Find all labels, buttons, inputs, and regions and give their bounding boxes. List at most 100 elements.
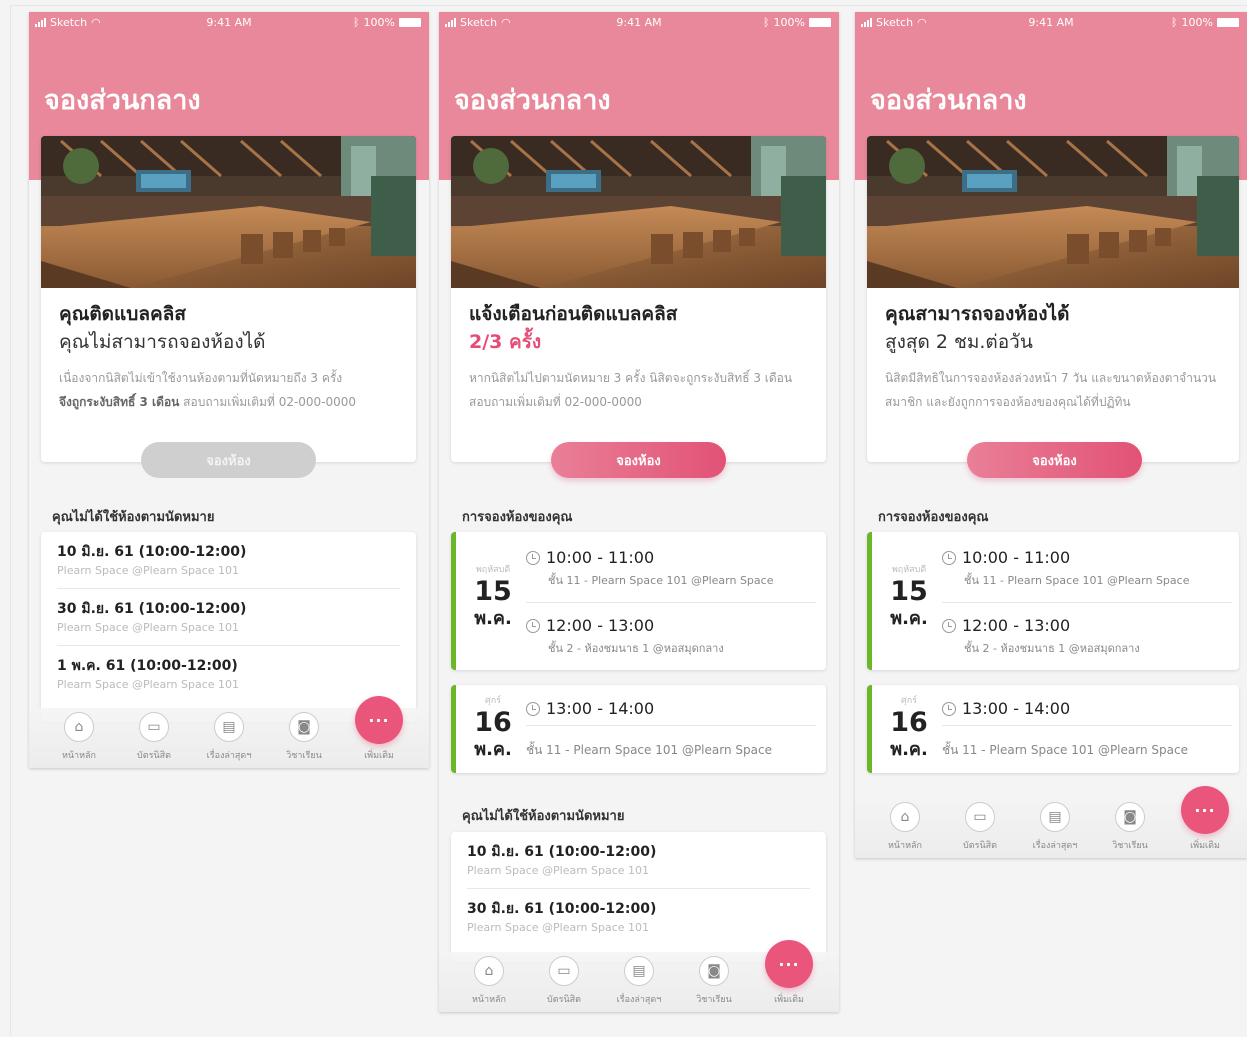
battery-icon: [1217, 18, 1239, 27]
list-item[interactable]: 30 มิ.ย. 61 (10:00-12:00) Plearn Space @…: [57, 589, 400, 646]
more-label: เพิ่มเติม: [774, 995, 804, 1005]
home-icon: ⌂: [64, 712, 94, 742]
booking-slot[interactable]: 12:00 - 13:00 ชั้น 2 - ห้องชมนาธ 1 @หอสม…: [942, 616, 1232, 657]
page-title: จองส่วนกลาง: [870, 85, 1027, 116]
battery: ᛒ 100%: [1171, 16, 1239, 29]
status-description: เนื่องจากนิสิตไม่เข้าใช้งานห้องตามที่นัด…: [59, 371, 357, 409]
clock-icon: [942, 550, 956, 565]
status-description: หากนิสิตไม่ไปตามนัดหมาย 3 ครั้ง นิสิตจะถ…: [469, 371, 793, 409]
booking-card[interactable]: พฤหัสบดี 15 พ.ค. 10:00 - 11:00 ชั้น 11 -…: [451, 532, 826, 670]
tab-home[interactable]: ⌂ หน้าหลัก: [49, 712, 109, 762]
battery-icon: [399, 18, 421, 27]
camera-icon: ◙: [699, 956, 729, 986]
tab-news[interactable]: ▤ เรื่องล่าสุดฯ: [1025, 802, 1085, 852]
bookings-section-title: การจองห้องของคุณ: [878, 510, 989, 525]
tab-courses[interactable]: ◙ วิชาเรียน: [274, 712, 334, 762]
booking-card[interactable]: พฤหัสบดี 15 พ.ค. 10:00 - 11:00 ชั้น 11 -…: [867, 532, 1239, 670]
status-subheadline: สูงสุด 2 ชม.ต่อวัน: [885, 331, 1033, 353]
screen-blacklisted: Sketch ◠ 9:41 AM ᛒ 100% จองส่วนกลาง คุณต…: [29, 12, 429, 768]
status-card: คุณสามารถจองห้องได้ สูงสุด 2 ชม.ต่อวัน น…: [867, 136, 1239, 462]
tab-home[interactable]: ⌂ หน้าหลัก: [459, 956, 519, 1006]
list-item[interactable]: 30 มิ.ย. 61 (10:00-12:00) Plearn Space @…: [467, 889, 810, 945]
divider: [526, 602, 816, 603]
clock-icon: [942, 701, 956, 716]
booking-date: พฤหัสบดี 15 พ.ค.: [474, 565, 512, 629]
tab-news[interactable]: ▤ เรื่องล่าสุดฯ: [199, 712, 259, 762]
missed-section-title: คุณไม่ได้ใช้ห้องตามนัดหมาย: [52, 510, 215, 525]
home-icon: ⌂: [474, 956, 504, 986]
tab-courses[interactable]: ◙ วิชาเรียน: [684, 956, 744, 1006]
screen-warning: Sketch ◠ 9:41 AM ᛒ 100% จองส่วนกลาง แจ้ง…: [439, 12, 839, 1012]
more-label: เพิ่มเติม: [1190, 841, 1220, 851]
status-subheadline: คุณไม่สามารถจองห้องได้: [59, 331, 266, 353]
status-card: คุณติดแบลคลิส คุณไม่สามารถจองห้องได้ เนื…: [41, 136, 416, 462]
warning-count: 2/3 ครั้ง: [469, 331, 542, 353]
screen-can-book: Sketch ◠ 9:41 AM ᛒ 100% จองส่วนกลาง คุณส…: [855, 12, 1247, 858]
booking-date: พฤหัสบดี 15 พ.ค.: [890, 565, 928, 629]
tab-bar: ⌂ หน้าหลัก ▭ บัตรนิสิต ▤ เรื่องล่าสุดฯ ◙…: [29, 696, 429, 768]
booking-slot[interactable]: 10:00 - 11:00 ชั้น 11 - Plearn Space 101…: [526, 548, 816, 589]
tab-id-card[interactable]: ▭ บัตรนิสิต: [534, 956, 594, 1006]
bookings-section-title: การจองห้องของคุณ: [462, 510, 573, 525]
status-bar: Sketch ◠ 9:41 AM ᛒ 100%: [439, 12, 839, 34]
battery: ᛒ 100%: [763, 16, 831, 29]
tab-bar: ⌂ หน้าหลัก ▭ บัตรนิสิต ▤ เรื่องล่าสุดฯ ◙…: [855, 786, 1247, 858]
room-photo: [451, 136, 826, 288]
more-button[interactable]: ···: [765, 940, 813, 988]
booking-card[interactable]: ศุกร์ 16 พ.ค. 13:00 - 14:00 ชั้น 11 - Pl…: [867, 685, 1239, 773]
list-item[interactable]: 1 พ.ค. 61 (10:00-12:00) Plearn Space @Pl…: [57, 646, 400, 702]
room-photo: [41, 136, 416, 288]
bluetooth-icon: ᛒ: [762, 16, 770, 29]
page-title: จองส่วนกลาง: [454, 85, 611, 116]
booking-date: ศุกร์ 16 พ.ค.: [474, 696, 512, 760]
battery: ᛒ 100%: [353, 16, 421, 29]
list-item[interactable]: 10 มิ.ย. 61 (10:00-12:00) Plearn Space @…: [57, 532, 400, 589]
id-card-icon: ▭: [965, 802, 995, 832]
id-card-icon: ▭: [549, 956, 579, 986]
missed-list: 10 มิ.ย. 61 (10:00-12:00) Plearn Space @…: [41, 532, 416, 722]
divider: [942, 602, 1232, 603]
document-icon: ▤: [624, 956, 654, 986]
booking-slot[interactable]: 13:00 - 14:00: [942, 699, 1232, 718]
room-photo: [867, 136, 1239, 288]
booking-slot[interactable]: 10:00 - 11:00 ชั้น 11 - Plearn Space 101…: [942, 548, 1232, 589]
tab-home[interactable]: ⌂ หน้าหลัก: [875, 802, 935, 852]
page-title: จองส่วนกลาง: [44, 85, 201, 116]
book-room-button[interactable]: จองห้อง: [141, 442, 316, 478]
missed-section-title: คุณไม่ได้ใช้ห้องตามนัดหมาย: [462, 809, 625, 824]
booking-slot[interactable]: 13:00 - 14:00: [526, 699, 816, 718]
tab-id-card[interactable]: ▭ บัตรนิสิต: [950, 802, 1010, 852]
tab-id-card[interactable]: ▭ บัตรนิสิต: [124, 712, 184, 762]
status-description: นิสิตมีสิทธิในการจองห้องล่วงหน้า 7 วัน แ…: [885, 371, 1217, 409]
status-bar: Sketch ◠ 9:41 AM ᛒ 100%: [29, 12, 429, 34]
booking-slot-location: ชั้น 11 - Plearn Space 101 @Plearn Space: [526, 743, 772, 757]
battery-icon: [809, 18, 831, 27]
book-room-button[interactable]: จองห้อง: [967, 442, 1142, 478]
tab-news[interactable]: ▤ เรื่องล่าสุดฯ: [609, 956, 669, 1006]
clock-icon: [526, 618, 540, 633]
more-button[interactable]: ···: [355, 696, 403, 744]
status-headline: คุณสามารถจองห้องได้: [885, 303, 1070, 325]
list-item[interactable]: 10 มิ.ย. 61 (10:00-12:00) Plearn Space @…: [467, 832, 810, 889]
book-room-button[interactable]: จองห้อง: [551, 442, 726, 478]
more-label: เพิ่มเติม: [364, 751, 394, 761]
status-headline: แจ้งเตือนก่อนติดแบลคลิส: [469, 303, 678, 325]
booking-date: ศุกร์ 16 พ.ค.: [890, 696, 928, 760]
booking-slot[interactable]: 12:00 - 13:00 ชั้น 2 - ห้องชมนาธ 1 @หอสม…: [526, 616, 816, 657]
document-icon: ▤: [1040, 802, 1070, 832]
more-button[interactable]: ···: [1181, 786, 1229, 834]
bluetooth-icon: ᛒ: [1170, 16, 1178, 29]
id-card-icon: ▭: [139, 712, 169, 742]
status-card: แจ้งเตือนก่อนติดแบลคลิส 2/3 ครั้ง หากนิส…: [451, 136, 826, 462]
tab-courses[interactable]: ◙ วิชาเรียน: [1100, 802, 1160, 852]
home-icon: ⌂: [890, 802, 920, 832]
clock-icon: [526, 550, 540, 565]
divider: [942, 725, 1232, 726]
status-headline: คุณติดแบลคลิส: [59, 303, 186, 325]
divider: [526, 725, 816, 726]
booking-slot-location: ชั้น 11 - Plearn Space 101 @Plearn Space: [942, 743, 1188, 757]
clock-icon: [526, 701, 540, 716]
document-icon: ▤: [214, 712, 244, 742]
booking-card[interactable]: ศุกร์ 16 พ.ค. 13:00 - 14:00 ชั้น 11 - Pl…: [451, 685, 826, 773]
missed-list: 10 มิ.ย. 61 (10:00-12:00) Plearn Space @…: [451, 832, 826, 962]
